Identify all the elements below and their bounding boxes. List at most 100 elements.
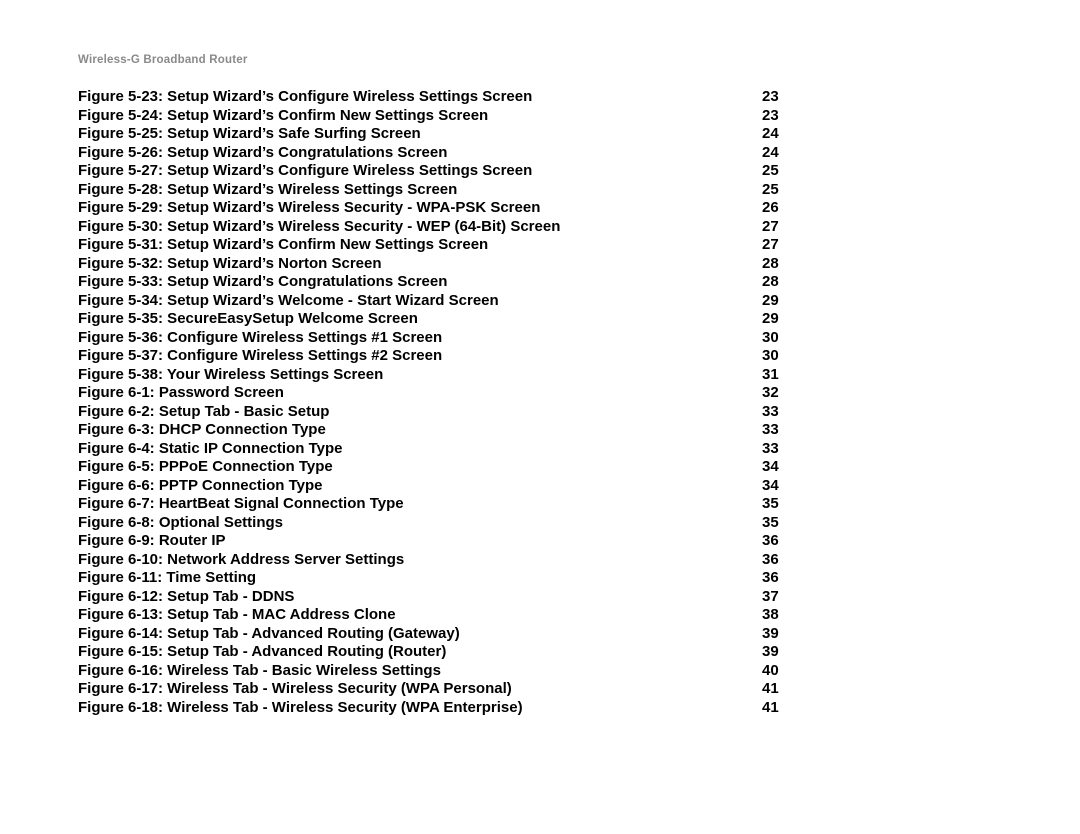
toc-entry-title: Figure 6-14: Setup Tab - Advanced Routin… [78, 625, 762, 644]
toc-entry-page: 40 [762, 662, 790, 681]
toc-entry-page: 27 [762, 218, 790, 237]
toc-entry-page: 24 [762, 144, 790, 163]
toc-entry-title: Figure 5-24: Setup Wizard’s Confirm New … [78, 107, 762, 126]
toc-row: Figure 6-10: Network Address Server Sett… [78, 551, 790, 570]
toc-entry-title: Figure 6-7: HeartBeat Signal Connection … [78, 495, 762, 514]
toc-entry-page: 36 [762, 569, 790, 588]
toc-row: Figure 5-32: Setup Wizard’s Norton Scree… [78, 255, 790, 274]
document-header: Wireless-G Broadband Router [78, 54, 1002, 66]
toc-entry-title: Figure 6-8: Optional Settings [78, 514, 762, 533]
toc-row: Figure 6-3: DHCP Connection Type33 [78, 421, 790, 440]
toc-entry-page: 33 [762, 440, 790, 459]
toc-row: Figure 6-18: Wireless Tab - Wireless Sec… [78, 699, 790, 718]
toc-entry-page: 32 [762, 384, 790, 403]
toc-entry-title: Figure 6-1: Password Screen [78, 384, 762, 403]
toc-row: Figure 5-29: Setup Wizard’s Wireless Sec… [78, 199, 790, 218]
toc-entry-page: 25 [762, 181, 790, 200]
toc-entry-title: Figure 6-3: DHCP Connection Type [78, 421, 762, 440]
toc-row: Figure 6-1: Password Screen32 [78, 384, 790, 403]
toc-row: Figure 6-12: Setup Tab - DDNS37 [78, 588, 790, 607]
toc-entry-page: 36 [762, 532, 790, 551]
toc-entry-page: 26 [762, 199, 790, 218]
toc-entry-title: Figure 6-11: Time Setting [78, 569, 762, 588]
toc-entry-title: Figure 6-17: Wireless Tab - Wireless Sec… [78, 680, 762, 699]
toc-entry-title: Figure 5-32: Setup Wizard’s Norton Scree… [78, 255, 762, 274]
toc-entry-title: Figure 6-5: PPPoE Connection Type [78, 458, 762, 477]
toc-entry-title: Figure 5-27: Setup Wizard’s Configure Wi… [78, 162, 762, 181]
toc-entry-page: 36 [762, 551, 790, 570]
toc-row: Figure 5-23: Setup Wizard’s Configure Wi… [78, 88, 790, 107]
toc-entry-title: Figure 5-33: Setup Wizard’s Congratulati… [78, 273, 762, 292]
toc-entry-page: 37 [762, 588, 790, 607]
toc-row: Figure 5-31: Setup Wizard’s Confirm New … [78, 236, 790, 255]
toc-entry-title: Figure 6-18: Wireless Tab - Wireless Sec… [78, 699, 762, 718]
toc-entry-page: 33 [762, 421, 790, 440]
toc-row: Figure 5-33: Setup Wizard’s Congratulati… [78, 273, 790, 292]
toc-entry-page: 29 [762, 292, 790, 311]
toc-entry-page: 34 [762, 458, 790, 477]
toc-row: Figure 5-27: Setup Wizard’s Configure Wi… [78, 162, 790, 181]
toc-entry-page: 39 [762, 625, 790, 644]
toc-entry-title: Figure 5-28: Setup Wizard’s Wireless Set… [78, 181, 762, 200]
toc-entry-title: Figure 5-23: Setup Wizard’s Configure Wi… [78, 88, 762, 107]
toc-entry-title: Figure 6-4: Static IP Connection Type [78, 440, 762, 459]
toc-row: Figure 6-11: Time Setting36 [78, 569, 790, 588]
toc-entry-page: 30 [762, 347, 790, 366]
toc-entry-page: 39 [762, 643, 790, 662]
toc-row: Figure 6-5: PPPoE Connection Type34 [78, 458, 790, 477]
toc-row: Figure 5-35: SecureEasySetup Welcome Scr… [78, 310, 790, 329]
toc-row: Figure 5-26: Setup Wizard’s Congratulati… [78, 144, 790, 163]
toc-entry-title: Figure 6-16: Wireless Tab - Basic Wirele… [78, 662, 762, 681]
toc-row: Figure 5-30: Setup Wizard’s Wireless Sec… [78, 218, 790, 237]
toc-entry-page: 23 [762, 107, 790, 126]
toc-row: Figure 6-6: PPTP Connection Type34 [78, 477, 790, 496]
toc-entry-title: Figure 5-26: Setup Wizard’s Congratulati… [78, 144, 762, 163]
toc-entry-title: Figure 6-15: Setup Tab - Advanced Routin… [78, 643, 762, 662]
document-page: Wireless-G Broadband Router Figure 5-23:… [0, 0, 1002, 717]
toc-entry-page: 28 [762, 273, 790, 292]
toc-entry-title: Figure 5-34: Setup Wizard’s Welcome - St… [78, 292, 762, 311]
toc-row: Figure 6-2: Setup Tab - Basic Setup33 [78, 403, 790, 422]
toc-entry-title: Figure 5-31: Setup Wizard’s Confirm New … [78, 236, 762, 255]
toc-entry-page: 27 [762, 236, 790, 255]
toc-entry-title: Figure 6-9: Router IP [78, 532, 762, 551]
list-of-figures: Figure 5-23: Setup Wizard’s Configure Wi… [78, 88, 1002, 717]
toc-entry-title: Figure 6-2: Setup Tab - Basic Setup [78, 403, 762, 422]
toc-entry-title: Figure 6-12: Setup Tab - DDNS [78, 588, 762, 607]
toc-entry-page: 35 [762, 514, 790, 533]
toc-row: Figure 5-25: Setup Wizard’s Safe Surfing… [78, 125, 790, 144]
toc-row: Figure 5-37: Configure Wireless Settings… [78, 347, 790, 366]
toc-entry-title: Figure 5-30: Setup Wizard’s Wireless Sec… [78, 218, 762, 237]
toc-row: Figure 6-4: Static IP Connection Type33 [78, 440, 790, 459]
toc-entry-title: Figure 5-38: Your Wireless Settings Scre… [78, 366, 762, 385]
toc-entry-title: Figure 6-10: Network Address Server Sett… [78, 551, 762, 570]
toc-row: Figure 6-7: HeartBeat Signal Connection … [78, 495, 790, 514]
toc-entry-title: Figure 5-37: Configure Wireless Settings… [78, 347, 762, 366]
toc-row: Figure 5-36: Configure Wireless Settings… [78, 329, 790, 348]
toc-entry-page: 24 [762, 125, 790, 144]
toc-row: Figure 6-17: Wireless Tab - Wireless Sec… [78, 680, 790, 699]
toc-row: Figure 5-34: Setup Wizard’s Welcome - St… [78, 292, 790, 311]
toc-entry-page: 29 [762, 310, 790, 329]
toc-entry-page: 23 [762, 88, 790, 107]
toc-entry-page: 25 [762, 162, 790, 181]
toc-entry-page: 31 [762, 366, 790, 385]
toc-row: Figure 5-24: Setup Wizard’s Confirm New … [78, 107, 790, 126]
toc-row: Figure 6-15: Setup Tab - Advanced Routin… [78, 643, 790, 662]
toc-row: Figure 6-13: Setup Tab - MAC Address Clo… [78, 606, 790, 625]
toc-row: Figure 6-8: Optional Settings35 [78, 514, 790, 533]
toc-entry-page: 41 [762, 699, 790, 718]
toc-row: Figure 6-14: Setup Tab - Advanced Routin… [78, 625, 790, 644]
toc-row: Figure 6-16: Wireless Tab - Basic Wirele… [78, 662, 790, 681]
toc-entry-title: Figure 5-29: Setup Wizard’s Wireless Sec… [78, 199, 762, 218]
toc-entry-title: Figure 6-6: PPTP Connection Type [78, 477, 762, 496]
toc-entry-title: Figure 5-25: Setup Wizard’s Safe Surfing… [78, 125, 762, 144]
toc-entry-title: Figure 5-36: Configure Wireless Settings… [78, 329, 762, 348]
toc-row: Figure 5-38: Your Wireless Settings Scre… [78, 366, 790, 385]
toc-entry-page: 30 [762, 329, 790, 348]
toc-row: Figure 6-9: Router IP36 [78, 532, 790, 551]
toc-row: Figure 5-28: Setup Wizard’s Wireless Set… [78, 181, 790, 200]
toc-entry-page: 34 [762, 477, 790, 496]
toc-entry-page: 41 [762, 680, 790, 699]
toc-entry-title: Figure 6-13: Setup Tab - MAC Address Clo… [78, 606, 762, 625]
